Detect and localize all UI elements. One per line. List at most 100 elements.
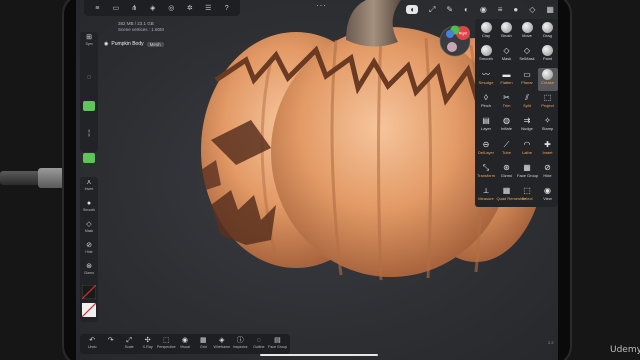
tool-label: Tube	[502, 149, 511, 155]
top-toolbar: ≡ ▭ ⋔ ◈ ◎ ✲ ☰ ?	[84, 0, 240, 16]
tool-pinch[interactable]: ◊ Pinch	[476, 91, 496, 114]
intensity-slider-fill[interactable]	[83, 153, 95, 163]
tool-split[interactable]: ⫽ Split	[517, 91, 537, 114]
orientation-gizmo[interactable]: Right	[438, 24, 472, 58]
bottom-label: Grid	[199, 345, 207, 349]
tool-clay[interactable]: Clay	[476, 21, 496, 44]
brush-icon	[501, 22, 512, 33]
tool-paint[interactable]: Paint	[538, 44, 558, 67]
left-tool-panel: ⋏ Invert ● Smooth ◇ Mask ⊘ Hide ⊛ Gizmo	[80, 177, 98, 322]
radius-slider-knob[interactable]: ◌	[80, 74, 98, 82]
tool-label: Crease	[541, 79, 554, 85]
help-icon[interactable]: ?	[222, 5, 232, 12]
intensity-slider-knob[interactable]: ¦	[80, 130, 98, 138]
bottom-visual-button[interactable]: ◉ Visual	[176, 336, 194, 350]
material-swatch-icon[interactable]	[82, 303, 96, 317]
tool-planar[interactable]: ▭ Planar	[517, 68, 537, 91]
inflate-icon: ◍	[503, 116, 510, 126]
tool-inflate[interactable]: ◍ Inflate	[497, 114, 517, 137]
hide-icon: ⊘	[544, 162, 551, 172]
tool-crease[interactable]: Crease	[537, 67, 558, 91]
scene-icon[interactable]: ◎	[166, 4, 176, 12]
folder-icon[interactable]: ▭	[111, 4, 121, 12]
tool-label: Project	[541, 102, 554, 108]
gear-icon[interactable]: ✲	[185, 4, 195, 12]
bottom-label: Inspector	[232, 345, 248, 349]
tool-transform[interactable]: ⤡ Transform	[476, 161, 496, 184]
tool-trim[interactable]: ✂ Trim	[497, 91, 517, 114]
bottom-xray-button[interactable]: ✣ X-Ray	[138, 336, 156, 350]
bottom-scale-button[interactable]: ⤢ Scale	[120, 336, 138, 350]
tool-brush-icon[interactable]: ◖	[406, 5, 418, 14]
tool-smudge[interactable]: 〰 Smudge	[476, 68, 496, 91]
eye-icon[interactable]: ◉	[104, 41, 108, 47]
color-swatch-icon[interactable]	[82, 285, 96, 299]
tool-move[interactable]: Move	[517, 21, 537, 44]
tool-smooth[interactable]: Smooth	[476, 44, 496, 67]
tool-project[interactable]: ⬚ Project	[538, 91, 558, 114]
undo-icon: ↶	[89, 337, 96, 344]
radius-slider-fill[interactable]	[83, 101, 95, 111]
bottom-outline-button[interactable]: ◌ Outline	[250, 336, 268, 350]
home-indicator[interactable]	[260, 354, 378, 356]
tool-tube[interactable]: ⟋ Tube	[497, 138, 517, 161]
bottom-wireframe-button[interactable]: ◈ Wireframe	[213, 336, 231, 350]
bottom-toolbar: ↶ Undo ↷ ⤢ Scale ✣ X-Ray ⬚ Perspective ◉ Visual ▦ Gr…	[80, 334, 290, 354]
multitask-handle-icon[interactable]: ···	[316, 1, 327, 10]
tool-hide[interactable]: ⊘ Hide	[538, 161, 558, 184]
gizmo-label: Right	[459, 32, 467, 36]
tool-view[interactable]: ◉ View	[538, 184, 558, 207]
bottom-redo-button[interactable]: ↷	[101, 336, 119, 345]
mask-button[interactable]: ◇ Mask	[80, 221, 98, 233]
bottom-grid-button[interactable]: ▦ Grid	[194, 336, 212, 350]
smooth-icon	[480, 45, 492, 57]
tool-quad-remesher[interactable]: ▦ Quad Remesher	[496, 184, 526, 207]
tool-gizmo[interactable]: ⊛ Gizmo	[497, 161, 517, 184]
gizmo-button[interactable]: ⊛ Gizmo	[80, 263, 98, 275]
tool-selmask[interactable]: ◇ SelMask	[517, 44, 537, 67]
fill-icon[interactable]: ◐	[464, 5, 469, 14]
symmetry-button[interactable]: ⊞ Sym	[80, 34, 98, 46]
measure-icon: ⟂	[483, 186, 489, 196]
tool-dellayer[interactable]: ⊖ DelLayer	[476, 138, 496, 161]
layers-icon[interactable]: ◈	[148, 4, 158, 12]
cube-icon[interactable]: ◇	[529, 5, 535, 14]
tool-select[interactable]: ⬚ Select	[517, 184, 537, 207]
hide-button[interactable]: ⊘ Hide	[80, 242, 98, 254]
tool-brush[interactable]: Brush	[497, 21, 517, 44]
tool-face-group[interactable]: ▦ Face Group	[517, 161, 538, 184]
layer-icon: ▤	[482, 116, 490, 126]
gizmo-icon: ⊛	[503, 162, 510, 172]
share-icon[interactable]: ⋔	[129, 4, 139, 12]
tool-nudge[interactable]: ⇉ Nudge	[517, 114, 537, 137]
tool-stamp[interactable]: ✧ Stamp	[538, 114, 558, 137]
tool-label: Measure	[478, 196, 494, 202]
tool-label: Quad Remesher	[496, 196, 526, 202]
expand-icon[interactable]: ⤢	[429, 5, 435, 15]
bottom-perspective-button[interactable]: ⬚ Perspective	[157, 336, 176, 350]
right-top-toolbar: ◖ ⤢ ✎ ◐ ◉ ≡ ● ◇ ▦	[402, 2, 558, 17]
settings-sliders-icon[interactable]: ☰	[203, 4, 213, 12]
camera-icon[interactable]: ◉	[480, 5, 487, 14]
bottom-inspector-button[interactable]: ⓘ Inspector	[231, 336, 249, 350]
edit-icon[interactable]: ✎	[446, 5, 453, 14]
tool-measure[interactable]: ⟂ Measure	[476, 184, 496, 207]
menu-icon[interactable]: ≡	[92, 5, 102, 12]
material-icon[interactable]: ●	[513, 5, 518, 14]
sliders-icon[interactable]: ≡	[498, 5, 503, 14]
xray-icon: ✣	[144, 337, 151, 344]
bottom-undo-button[interactable]: ↶ Undo	[83, 336, 101, 350]
tool-insert[interactable]: ✚ Insert	[538, 138, 558, 161]
bottom-facegroup-button[interactable]: ▤ Face Group	[268, 336, 287, 350]
bottom-label: Undo	[87, 345, 97, 349]
smooth-button[interactable]: ● Smooth	[80, 200, 98, 212]
tool-mask[interactable]: ◇ Mask	[497, 44, 517, 67]
object-selector[interactable]: ◉ Pumpkin Body Mesh	[104, 40, 164, 48]
tool-lathe[interactable]: ◠ Lathe	[517, 138, 537, 161]
invert-button[interactable]: ⋏ Invert	[80, 179, 98, 191]
tool-layer[interactable]: ▤ Layer	[476, 114, 496, 137]
inspector-icon: ⓘ	[236, 337, 244, 344]
tool-drag[interactable]: Drag	[538, 21, 558, 44]
tool-flatten[interactable]: ▬ Flatten	[497, 68, 517, 91]
tools-grid-icon[interactable]: ▦	[546, 5, 554, 14]
